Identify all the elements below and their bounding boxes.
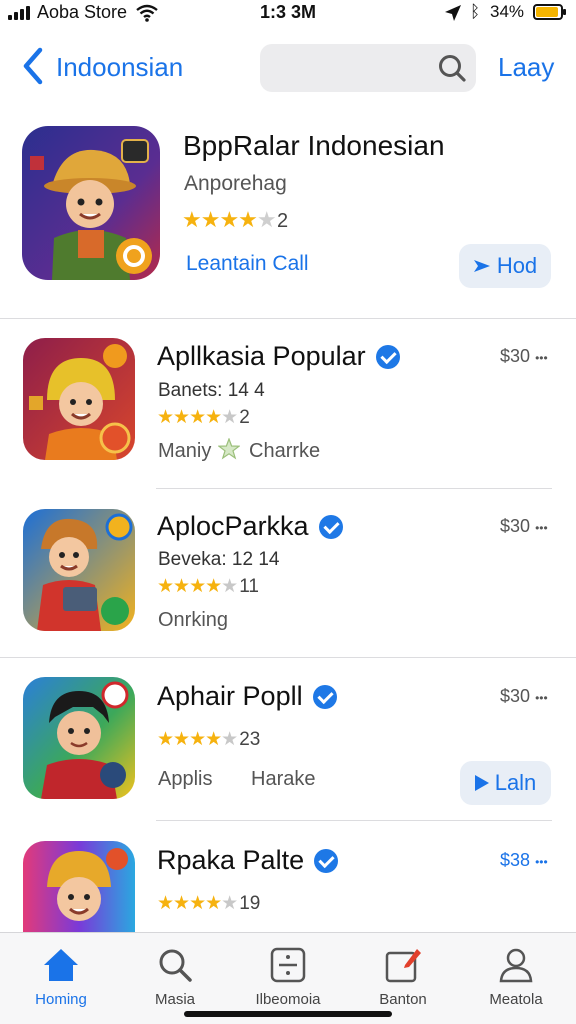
app-tag: Maniy (158, 440, 212, 462)
featured-get-button[interactable]: Hod (459, 244, 551, 288)
app-price: $38 ••• (500, 850, 548, 870)
play-icon (474, 775, 489, 791)
location-arrow-icon (445, 5, 461, 21)
app-title[interactable]: AplocParkka (157, 511, 343, 542)
app-meta: Banets: 14 4 (158, 380, 265, 401)
featured-app-title[interactable]: BppRalar Indonesian (183, 130, 445, 162)
app-meta: Beveka: 12 14 (158, 549, 280, 570)
divider (156, 820, 552, 821)
featured-link[interactable]: Leantain Call (186, 252, 309, 276)
verified-badge-icon (314, 848, 339, 873)
battery-icon (533, 4, 566, 20)
tab-ilbeomoia[interactable]: Ilbeomoia (233, 945, 343, 1008)
verified-badge-icon (375, 344, 400, 369)
search-icon (439, 55, 466, 82)
divider (0, 318, 576, 319)
app-price: $30 ••• (500, 686, 548, 706)
app-icon[interactable] (23, 841, 135, 932)
tab-banton[interactable]: Banton (348, 945, 458, 1008)
tab-homing[interactable]: Homing (6, 945, 116, 1008)
app-title[interactable]: Apllkasia Popular (157, 341, 400, 372)
nav-right-link[interactable]: Laay (498, 52, 554, 83)
app-star-rating: ★★★★★ 23 (157, 729, 261, 750)
home-indicator (184, 1011, 392, 1017)
app-tag: Harake (251, 768, 316, 790)
divider (156, 488, 552, 489)
featured-rating-count: 2 (277, 210, 289, 232)
app-title[interactable]: Rpaka Palte (157, 845, 339, 876)
app-title[interactable]: Aphair Popll (157, 681, 337, 712)
search-icon (159, 949, 192, 982)
verified-badge-icon (312, 684, 337, 709)
battery-percent: 34% (490, 2, 525, 21)
home-icon (44, 949, 78, 981)
featured-star-rating: ★★★★★ (182, 207, 277, 232)
app-tag: Charrke (249, 440, 321, 462)
tab-meatola[interactable]: Meatola (461, 945, 571, 1008)
app-icon[interactable] (23, 509, 135, 631)
status-bar: Aoba Store 1:3 3M ᛒ 34% (0, 0, 576, 26)
app-icon[interactable] (23, 338, 135, 460)
bluetooth-icon: ᛒ (470, 2, 481, 21)
search-field[interactable] (260, 44, 476, 92)
app-star-rating: ★★★★★ 11 (157, 576, 259, 597)
app-tag: Onrking (158, 609, 229, 631)
compose-icon (385, 949, 421, 983)
app-icon[interactable] (23, 677, 135, 799)
divider (0, 657, 576, 658)
back-chevron-icon[interactable] (18, 44, 48, 88)
divide-icon (270, 947, 306, 983)
app-star-rating: ★★★★★ 19 (157, 893, 261, 914)
person-icon (499, 948, 533, 983)
star-outline-icon (218, 438, 240, 460)
app-price: $30 ••• (500, 516, 548, 536)
verified-badge-icon (318, 514, 343, 539)
back-button-label[interactable]: Indoonsian (56, 52, 183, 83)
play-icon (473, 260, 490, 272)
app-tag: Applis (158, 768, 213, 790)
featured-app-subtitle: Anporehag (184, 172, 287, 195)
app-get-button[interactable]: Laln (460, 761, 551, 805)
featured-app-icon[interactable] (22, 126, 160, 280)
app-star-rating: ★★★★★ 2 (157, 407, 250, 428)
app-price: $30 ••• (500, 346, 548, 366)
tab-masia[interactable]: Masia (120, 945, 230, 1008)
